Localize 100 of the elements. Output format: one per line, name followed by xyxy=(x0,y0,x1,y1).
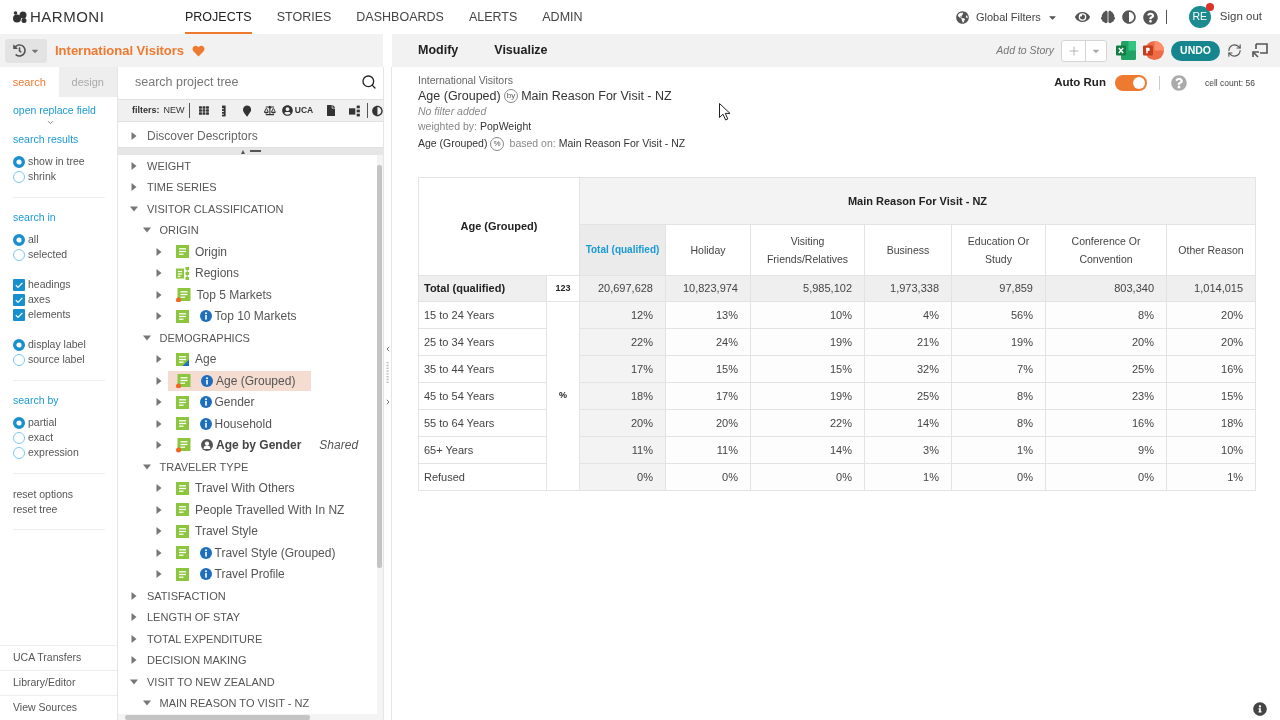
tree-variable-item[interactable]: Age xyxy=(168,349,233,370)
tree-heading[interactable]: WEIGHT xyxy=(147,157,191,174)
eye-icon[interactable] xyxy=(1074,10,1090,24)
caret-icon[interactable] xyxy=(155,376,163,385)
reset-link[interactable]: reset options xyxy=(13,487,74,501)
info-icon[interactable] xyxy=(199,310,212,323)
radio-option[interactable]: exact xyxy=(13,430,105,445)
info-icon[interactable] xyxy=(1253,702,1267,716)
radio-option[interactable]: partial xyxy=(13,415,105,430)
column-header[interactable]: Other Reason xyxy=(1166,224,1256,276)
chevron-down-icon[interactable] xyxy=(46,118,55,127)
tree-variable-item[interactable]: Top 10 Markets xyxy=(168,306,313,327)
column-header[interactable]: Education Or Study xyxy=(951,224,1046,276)
caret-icon[interactable] xyxy=(142,226,151,235)
scrollbar-thumb[interactable] xyxy=(377,165,382,568)
caret-icon[interactable] xyxy=(155,355,163,364)
history-button[interactable] xyxy=(5,38,47,63)
file-icon[interactable] xyxy=(327,105,336,116)
caret-icon[interactable] xyxy=(130,613,138,622)
scale-icon[interactable] xyxy=(264,105,276,116)
caret-icon[interactable] xyxy=(155,527,163,536)
reset-link[interactable]: reset tree xyxy=(13,502,58,516)
tree-heading[interactable]: VISITOR CLASSIFICATION xyxy=(147,200,284,217)
user-avatar[interactable]: RE xyxy=(1188,6,1211,28)
checkbox[interactable] xyxy=(13,293,25,306)
tree-heading[interactable]: VISIT TO NEW ZEALAND xyxy=(147,673,275,690)
info-icon[interactable] xyxy=(199,568,212,581)
radio-button[interactable] xyxy=(13,353,25,366)
radio-button[interactable] xyxy=(13,248,25,261)
radio-option[interactable]: show in tree xyxy=(13,154,105,169)
tree-variable-item[interactable]: Travel Style xyxy=(168,521,274,542)
info-icon[interactable] xyxy=(199,417,212,430)
search-icon[interactable] xyxy=(361,74,377,90)
caret-icon[interactable] xyxy=(155,505,163,514)
tree-heading[interactable]: MAIN REASON TO VISIT - NZ xyxy=(159,695,310,712)
tree-heading[interactable]: ORIGIN xyxy=(159,222,199,239)
nav-tab[interactable]: STORIES xyxy=(276,0,332,34)
caret-icon[interactable] xyxy=(155,247,163,256)
tree-variable-item[interactable]: Age by Gender xyxy=(168,435,318,456)
radio-button[interactable] xyxy=(13,170,25,183)
brain-icon[interactable] xyxy=(1100,10,1115,24)
contrast-icon[interactable] xyxy=(372,104,383,117)
checkbox[interactable] xyxy=(13,278,25,291)
caret-icon[interactable] xyxy=(155,548,163,557)
radio-button[interactable] xyxy=(13,233,25,246)
tree-variable-item[interactable]: People Travelled With In NZ xyxy=(168,499,361,520)
hierarchy-icon[interactable] xyxy=(349,104,361,117)
caret-icon[interactable] xyxy=(155,398,163,407)
footer-link[interactable]: Library/Editor xyxy=(0,670,117,695)
caret-icon[interactable] xyxy=(130,161,138,170)
radio-option[interactable]: display label xyxy=(13,337,105,352)
radio-option[interactable]: source label xyxy=(13,352,105,367)
tree-variable-item[interactable]: Travel Style (Grouped) xyxy=(168,542,352,563)
checkbox[interactable] xyxy=(13,308,25,321)
info-icon[interactable] xyxy=(201,374,213,387)
resize-handle[interactable] xyxy=(118,148,383,155)
tree-heading[interactable]: LENGTH OF STAY xyxy=(147,609,241,626)
grid-icon[interactable] xyxy=(199,105,210,116)
column-header[interactable]: Visiting Friends/Relatives xyxy=(750,224,865,276)
toolbar-action-button[interactable]: Visualize xyxy=(494,41,548,60)
spreadsheet-icon[interactable] xyxy=(1116,41,1137,60)
caret-icon[interactable] xyxy=(155,419,163,428)
uca-filter-button[interactable]: UCA xyxy=(281,104,314,117)
caret-icon[interactable] xyxy=(155,312,163,321)
toolbar-action-button[interactable]: Modify xyxy=(418,41,459,60)
tree-heading[interactable]: DEMOGRAPHICS xyxy=(159,329,250,346)
radio-option[interactable]: selected xyxy=(13,247,105,262)
caret-icon[interactable] xyxy=(155,441,163,450)
nav-tab[interactable]: ALERTS xyxy=(468,0,518,34)
vertical-scrollbar[interactable] xyxy=(377,155,383,714)
tree-heading[interactable]: SATISFACTION xyxy=(147,587,226,604)
map-pin-icon[interactable] xyxy=(242,104,252,117)
tree-variable-item[interactable]: Age (Grouped) xyxy=(168,370,312,391)
tree-variable-item[interactable]: Origin xyxy=(168,241,243,262)
help-icon[interactable] xyxy=(1142,9,1158,25)
caret-icon[interactable] xyxy=(142,333,151,342)
column-header[interactable]: Conference Or Convention xyxy=(1045,224,1167,276)
checkbox-option[interactable]: axes xyxy=(13,292,105,307)
radio-button[interactable] xyxy=(13,446,25,459)
footer-link[interactable]: View Sources xyxy=(0,695,117,720)
column-header[interactable]: Business xyxy=(864,224,952,276)
radio-button[interactable] xyxy=(13,155,25,168)
caret-icon[interactable] xyxy=(155,484,163,493)
auto-run-toggle[interactable] xyxy=(1114,75,1147,91)
new-filter-button[interactable]: NEW xyxy=(163,103,185,118)
caret-icon[interactable] xyxy=(130,677,138,686)
caret-icon[interactable] xyxy=(155,570,163,579)
checkbox-option[interactable]: headings xyxy=(13,277,105,292)
contrast-icon[interactable] xyxy=(1121,10,1136,24)
radio-option[interactable]: shrink xyxy=(13,169,105,184)
tree-variable-item[interactable]: Travel With Others xyxy=(168,478,311,499)
presentation-file-icon[interactable] xyxy=(1143,41,1165,60)
info-icon[interactable] xyxy=(199,396,212,409)
undo-button[interactable]: UNDO xyxy=(1171,40,1220,61)
tree-search-input[interactable]: search project tree xyxy=(135,70,361,94)
caret-icon[interactable] xyxy=(142,699,151,708)
caret-icon[interactable] xyxy=(130,656,138,665)
sign-out-link[interactable]: Sign out xyxy=(1219,8,1262,26)
nav-tab[interactable]: ADMIN xyxy=(542,0,583,34)
tree-heading[interactable]: TRAVELER TYPE xyxy=(159,458,249,475)
